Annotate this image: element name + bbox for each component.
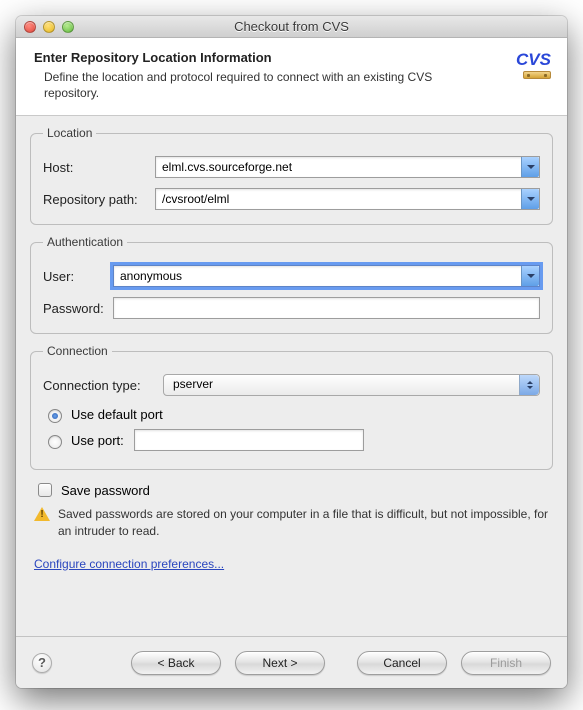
port-input[interactable] — [134, 429, 364, 451]
save-password-checkbox[interactable] — [38, 483, 52, 497]
host-input[interactable] — [155, 156, 540, 178]
wizard-banner: Enter Repository Location Information De… — [16, 38, 567, 116]
configure-connection-link[interactable]: Configure connection preferences... — [34, 557, 224, 571]
dialog-window: Checkout from CVS Enter Repository Locat… — [16, 16, 567, 688]
dialog-body: Location Host: Repository path: Authenti… — [16, 116, 567, 570]
save-password-label: Save password — [61, 483, 150, 498]
save-password-warning: Saved passwords are stored on your compu… — [58, 506, 549, 538]
connection-type-label: Connection type: — [43, 378, 163, 393]
authentication-group: Authentication User: Password: — [30, 235, 553, 334]
user-combo[interactable] — [113, 265, 540, 287]
back-button[interactable]: < Back — [131, 651, 221, 675]
repo-path-label: Repository path: — [43, 192, 155, 207]
user-label: User: — [43, 269, 113, 284]
next-button[interactable]: Next > — [235, 651, 325, 675]
help-icon[interactable]: ? — [32, 653, 52, 673]
cvs-logo-text: CVS — [516, 50, 551, 69]
authentication-legend: Authentication — [43, 235, 127, 249]
use-port-radio[interactable] — [48, 435, 62, 449]
finish-button: Finish — [461, 651, 551, 675]
use-default-port-radio[interactable] — [48, 409, 62, 423]
dialog-footer: ? < Back Next > Cancel Finish — [16, 636, 567, 688]
close-icon[interactable] — [24, 21, 36, 33]
password-label: Password: — [43, 301, 113, 316]
use-default-port-label: Use default port — [71, 407, 163, 422]
zoom-icon[interactable] — [62, 21, 74, 33]
select-stepper-icon[interactable] — [519, 375, 539, 395]
traffic-lights — [24, 21, 74, 33]
connection-group: Connection Connection type: pserver Use … — [30, 344, 553, 470]
host-label: Host: — [43, 160, 155, 175]
cvs-logo-icon: CVS — [507, 50, 551, 79]
cancel-button[interactable]: Cancel — [357, 651, 447, 675]
location-group: Location Host: Repository path: — [30, 126, 553, 225]
location-legend: Location — [43, 126, 96, 140]
repo-path-combo[interactable] — [155, 188, 540, 210]
banner-heading: Enter Repository Location Information — [34, 50, 549, 65]
warning-icon — [34, 507, 50, 522]
repo-path-input[interactable] — [155, 188, 540, 210]
titlebar: Checkout from CVS — [16, 16, 567, 38]
chevron-down-icon[interactable] — [521, 189, 539, 209]
minimize-icon[interactable] — [43, 21, 55, 33]
use-port-label: Use port: — [71, 433, 124, 448]
password-input[interactable] — [113, 297, 540, 319]
connection-legend: Connection — [43, 344, 112, 358]
host-combo[interactable] — [155, 156, 540, 178]
chevron-down-icon[interactable] — [521, 266, 539, 286]
banner-subtext: Define the location and protocol require… — [34, 69, 549, 101]
connection-type-select[interactable]: pserver — [163, 374, 540, 396]
user-input[interactable] — [113, 265, 540, 287]
chevron-down-icon[interactable] — [521, 157, 539, 177]
connection-type-value[interactable]: pserver — [163, 374, 540, 396]
window-title: Checkout from CVS — [16, 19, 567, 34]
